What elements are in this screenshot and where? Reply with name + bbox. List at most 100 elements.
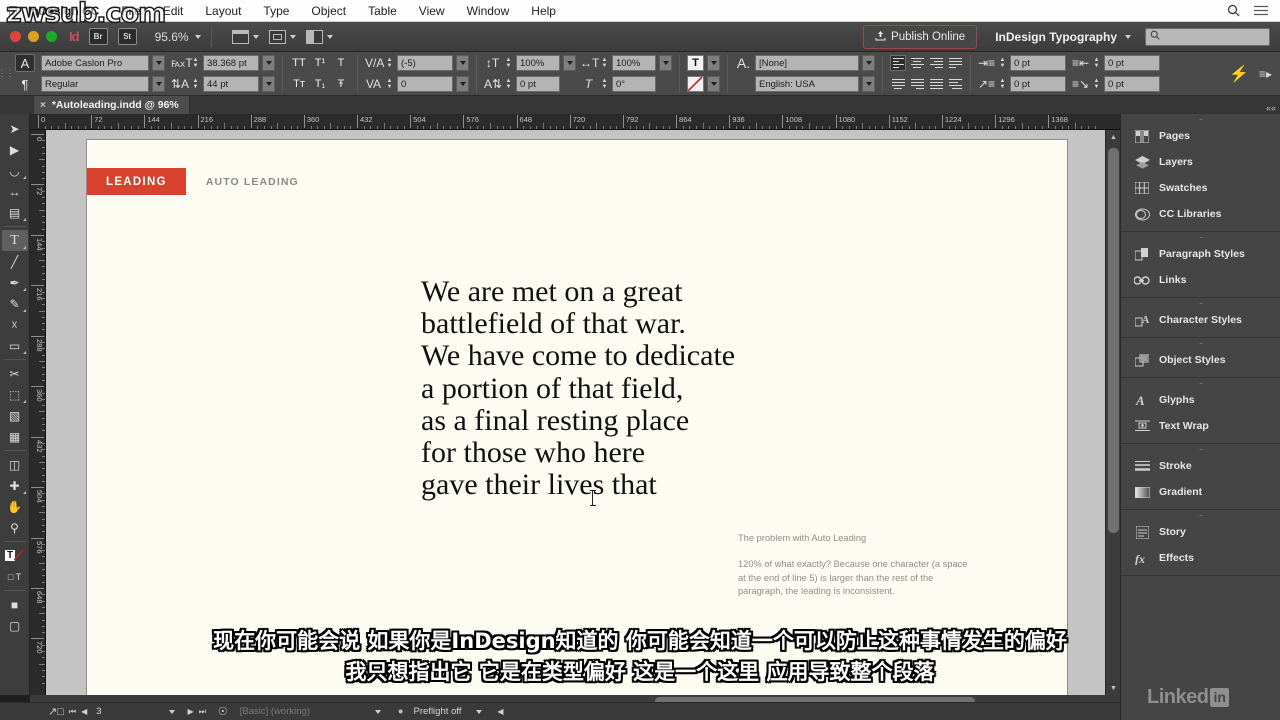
character-formatting-button[interactable]: A bbox=[15, 54, 35, 72]
strikethrough-button[interactable]: Ŧ bbox=[332, 76, 350, 93]
dock-group-grip[interactable]: ...... bbox=[1121, 510, 1280, 519]
vertical-scale-field[interactable]: 100% bbox=[516, 55, 560, 71]
line-tool[interactable]: ╱ bbox=[2, 251, 28, 272]
close-icon[interactable]: × bbox=[40, 100, 46, 111]
last-line-indent-stepper[interactable]: ▲ ▼ bbox=[1092, 76, 1101, 92]
page-dropdown-icon[interactable] bbox=[168, 709, 175, 714]
zoom-tool[interactable]: ⚲ bbox=[2, 517, 28, 538]
leading-dropdown[interactable] bbox=[262, 76, 275, 92]
first-line-indent-stepper[interactable]: ▲ ▼ bbox=[998, 76, 1007, 92]
quick-apply-icon[interactable]: ⚡ bbox=[1229, 64, 1249, 84]
dock-group-grip[interactable]: ...... bbox=[1121, 232, 1280, 241]
dock-item-layers[interactable]: Layers bbox=[1121, 149, 1280, 175]
workspace-selector[interactable]: InDesign Typography bbox=[995, 30, 1131, 44]
formatting-affects-container-button[interactable]: □ T bbox=[2, 566, 28, 587]
justify-left-button[interactable] bbox=[947, 55, 963, 71]
dock-group-grip[interactable]: ...... bbox=[1121, 378, 1280, 387]
minimize-window-button[interactable] bbox=[28, 31, 39, 42]
panel-menu-icon[interactable]: ≡▸ bbox=[1259, 67, 1272, 81]
dock-item-story[interactable]: Story bbox=[1121, 519, 1280, 545]
paragraph-formatting-button[interactable]: ¶ bbox=[15, 75, 35, 93]
horizontal-scale-dropdown[interactable] bbox=[659, 55, 672, 71]
font-family-dropdown[interactable] bbox=[152, 55, 165, 71]
type-tool[interactable]: T bbox=[1, 230, 28, 251]
last-page-button[interactable]: ⏭ bbox=[199, 707, 206, 717]
dock-item-object-styles[interactable]: Object Styles bbox=[1121, 347, 1280, 373]
panel-grip[interactable]: ⋮⋮ bbox=[0, 52, 15, 95]
bridge-button[interactable]: Br bbox=[88, 28, 108, 45]
dock-item-gradient[interactable]: Gradient bbox=[1121, 479, 1280, 505]
stroke-dropdown[interactable] bbox=[707, 76, 720, 92]
direct-selection-tool[interactable]: ▶ bbox=[2, 139, 28, 160]
language-dropdown[interactable] bbox=[862, 76, 875, 92]
tracking-field[interactable]: 0 bbox=[397, 76, 453, 92]
baseline-shift-field[interactable]: 0 pt bbox=[516, 76, 560, 92]
font-style-field[interactable]: Regular bbox=[41, 76, 149, 92]
content-collector-tool[interactable]: ▤ bbox=[2, 202, 28, 223]
preflight-dropdown-icon[interactable] bbox=[476, 709, 483, 714]
apply-color-button[interactable]: ■ bbox=[2, 594, 28, 615]
baseline-shift-stepper[interactable]: ▲ ▼ bbox=[504, 76, 513, 92]
vertical-ruler[interactable]: 0 72 144 216 288 360 432 504 576 648 720 bbox=[30, 130, 46, 695]
note-tool[interactable]: ◫ bbox=[2, 454, 28, 475]
menu-object[interactable]: Object bbox=[300, 4, 357, 18]
last-line-indent-field[interactable]: 0 pt bbox=[1104, 76, 1160, 92]
arrange-documents-button[interactable] bbox=[305, 29, 333, 44]
zoom-level-selector[interactable]: 95.6% bbox=[155, 30, 201, 44]
menu-table[interactable]: Table bbox=[357, 4, 408, 18]
vertical-scale-dropdown[interactable] bbox=[563, 55, 576, 71]
scissors-tool[interactable]: ✂ bbox=[2, 363, 28, 384]
small-caps-button[interactable]: Tт bbox=[290, 76, 308, 93]
leading-stepper[interactable]: ▲ ▼ bbox=[191, 76, 200, 92]
document-page[interactable]: LEADING AUTO LEADING We are met on a gre… bbox=[86, 139, 1068, 695]
horizontal-scale-stepper[interactable]: ▲ ▼ bbox=[600, 55, 609, 71]
left-indent-field[interactable]: 0 pt bbox=[1010, 55, 1066, 71]
screen-mode-button[interactable] bbox=[231, 29, 259, 44]
kerning-field[interactable]: (-5) bbox=[397, 55, 453, 71]
menu-layout[interactable]: Layout bbox=[194, 4, 252, 18]
dock-item-paragraph-styles[interactable]: Paragraph Styles bbox=[1121, 241, 1280, 267]
dock-item-text-wrap[interactable]: Text Wrap bbox=[1121, 413, 1280, 439]
eyedropper-tool[interactable]: ✚ bbox=[2, 475, 28, 496]
fill-dropdown[interactable] bbox=[707, 55, 720, 71]
tracking-stepper[interactable]: ▲ ▼ bbox=[385, 76, 394, 92]
preset-label[interactable]: [Basic] (working) bbox=[240, 706, 370, 717]
skew-stepper[interactable]: ▲ ▼ bbox=[600, 76, 609, 92]
dock-item-swatches[interactable]: Swatches bbox=[1121, 175, 1280, 201]
subscript-button[interactable]: T₁ bbox=[311, 76, 329, 93]
gradient-feather-tool[interactable]: ▦ bbox=[2, 426, 28, 447]
maximize-window-button[interactable] bbox=[46, 31, 57, 42]
scroll-up-icon[interactable]: ▲ bbox=[1106, 130, 1121, 144]
font-size-stepper[interactable]: ▲ ▼ bbox=[191, 55, 200, 71]
list-icon[interactable] bbox=[1254, 5, 1268, 16]
leading-field[interactable]: 44 pt bbox=[203, 76, 259, 92]
dock-group-grip[interactable]: ...... bbox=[1121, 298, 1280, 307]
rectangle-tool[interactable]: ▭ bbox=[2, 335, 28, 356]
dock-item-character-styles[interactable]: A Character Styles bbox=[1121, 307, 1280, 333]
align-center-button[interactable] bbox=[909, 55, 925, 71]
font-style-dropdown[interactable] bbox=[152, 76, 165, 92]
pencil-tool[interactable]: ✎ bbox=[2, 293, 28, 314]
dock-item-effects[interactable]: fx Effects bbox=[1121, 545, 1280, 571]
align-right-button[interactable] bbox=[928, 55, 944, 71]
first-line-indent-field[interactable]: 0 pt bbox=[1010, 76, 1066, 92]
stroke-color-swatch[interactable] bbox=[687, 76, 704, 92]
font-size-field[interactable]: 38.368 pt bbox=[203, 55, 259, 71]
dock-item-stroke[interactable]: Stroke bbox=[1121, 453, 1280, 479]
right-indent-field[interactable]: 0 pt bbox=[1104, 55, 1160, 71]
fill-color-swatch[interactable]: T bbox=[687, 55, 704, 71]
kerning-dropdown[interactable] bbox=[456, 55, 469, 71]
share-icon[interactable]: ↗□ bbox=[48, 705, 64, 718]
align-left-button[interactable] bbox=[890, 55, 906, 71]
search-icon[interactable] bbox=[1227, 4, 1240, 17]
page-number-field[interactable]: 3 bbox=[92, 706, 105, 717]
vertical-scroll-thumb[interactable] bbox=[1108, 148, 1119, 533]
justify-all-button[interactable] bbox=[928, 76, 944, 92]
next-page-button[interactable]: ▶ bbox=[188, 707, 194, 716]
font-size-dropdown[interactable] bbox=[262, 55, 275, 71]
hand-tool[interactable]: ✋ bbox=[2, 496, 28, 517]
character-swatch-dropdown[interactable] bbox=[862, 55, 875, 71]
align-toward-spine-button[interactable] bbox=[947, 76, 963, 92]
language-field[interactable]: English: USA bbox=[755, 76, 859, 92]
pen-tool[interactable]: ✒ bbox=[2, 272, 28, 293]
